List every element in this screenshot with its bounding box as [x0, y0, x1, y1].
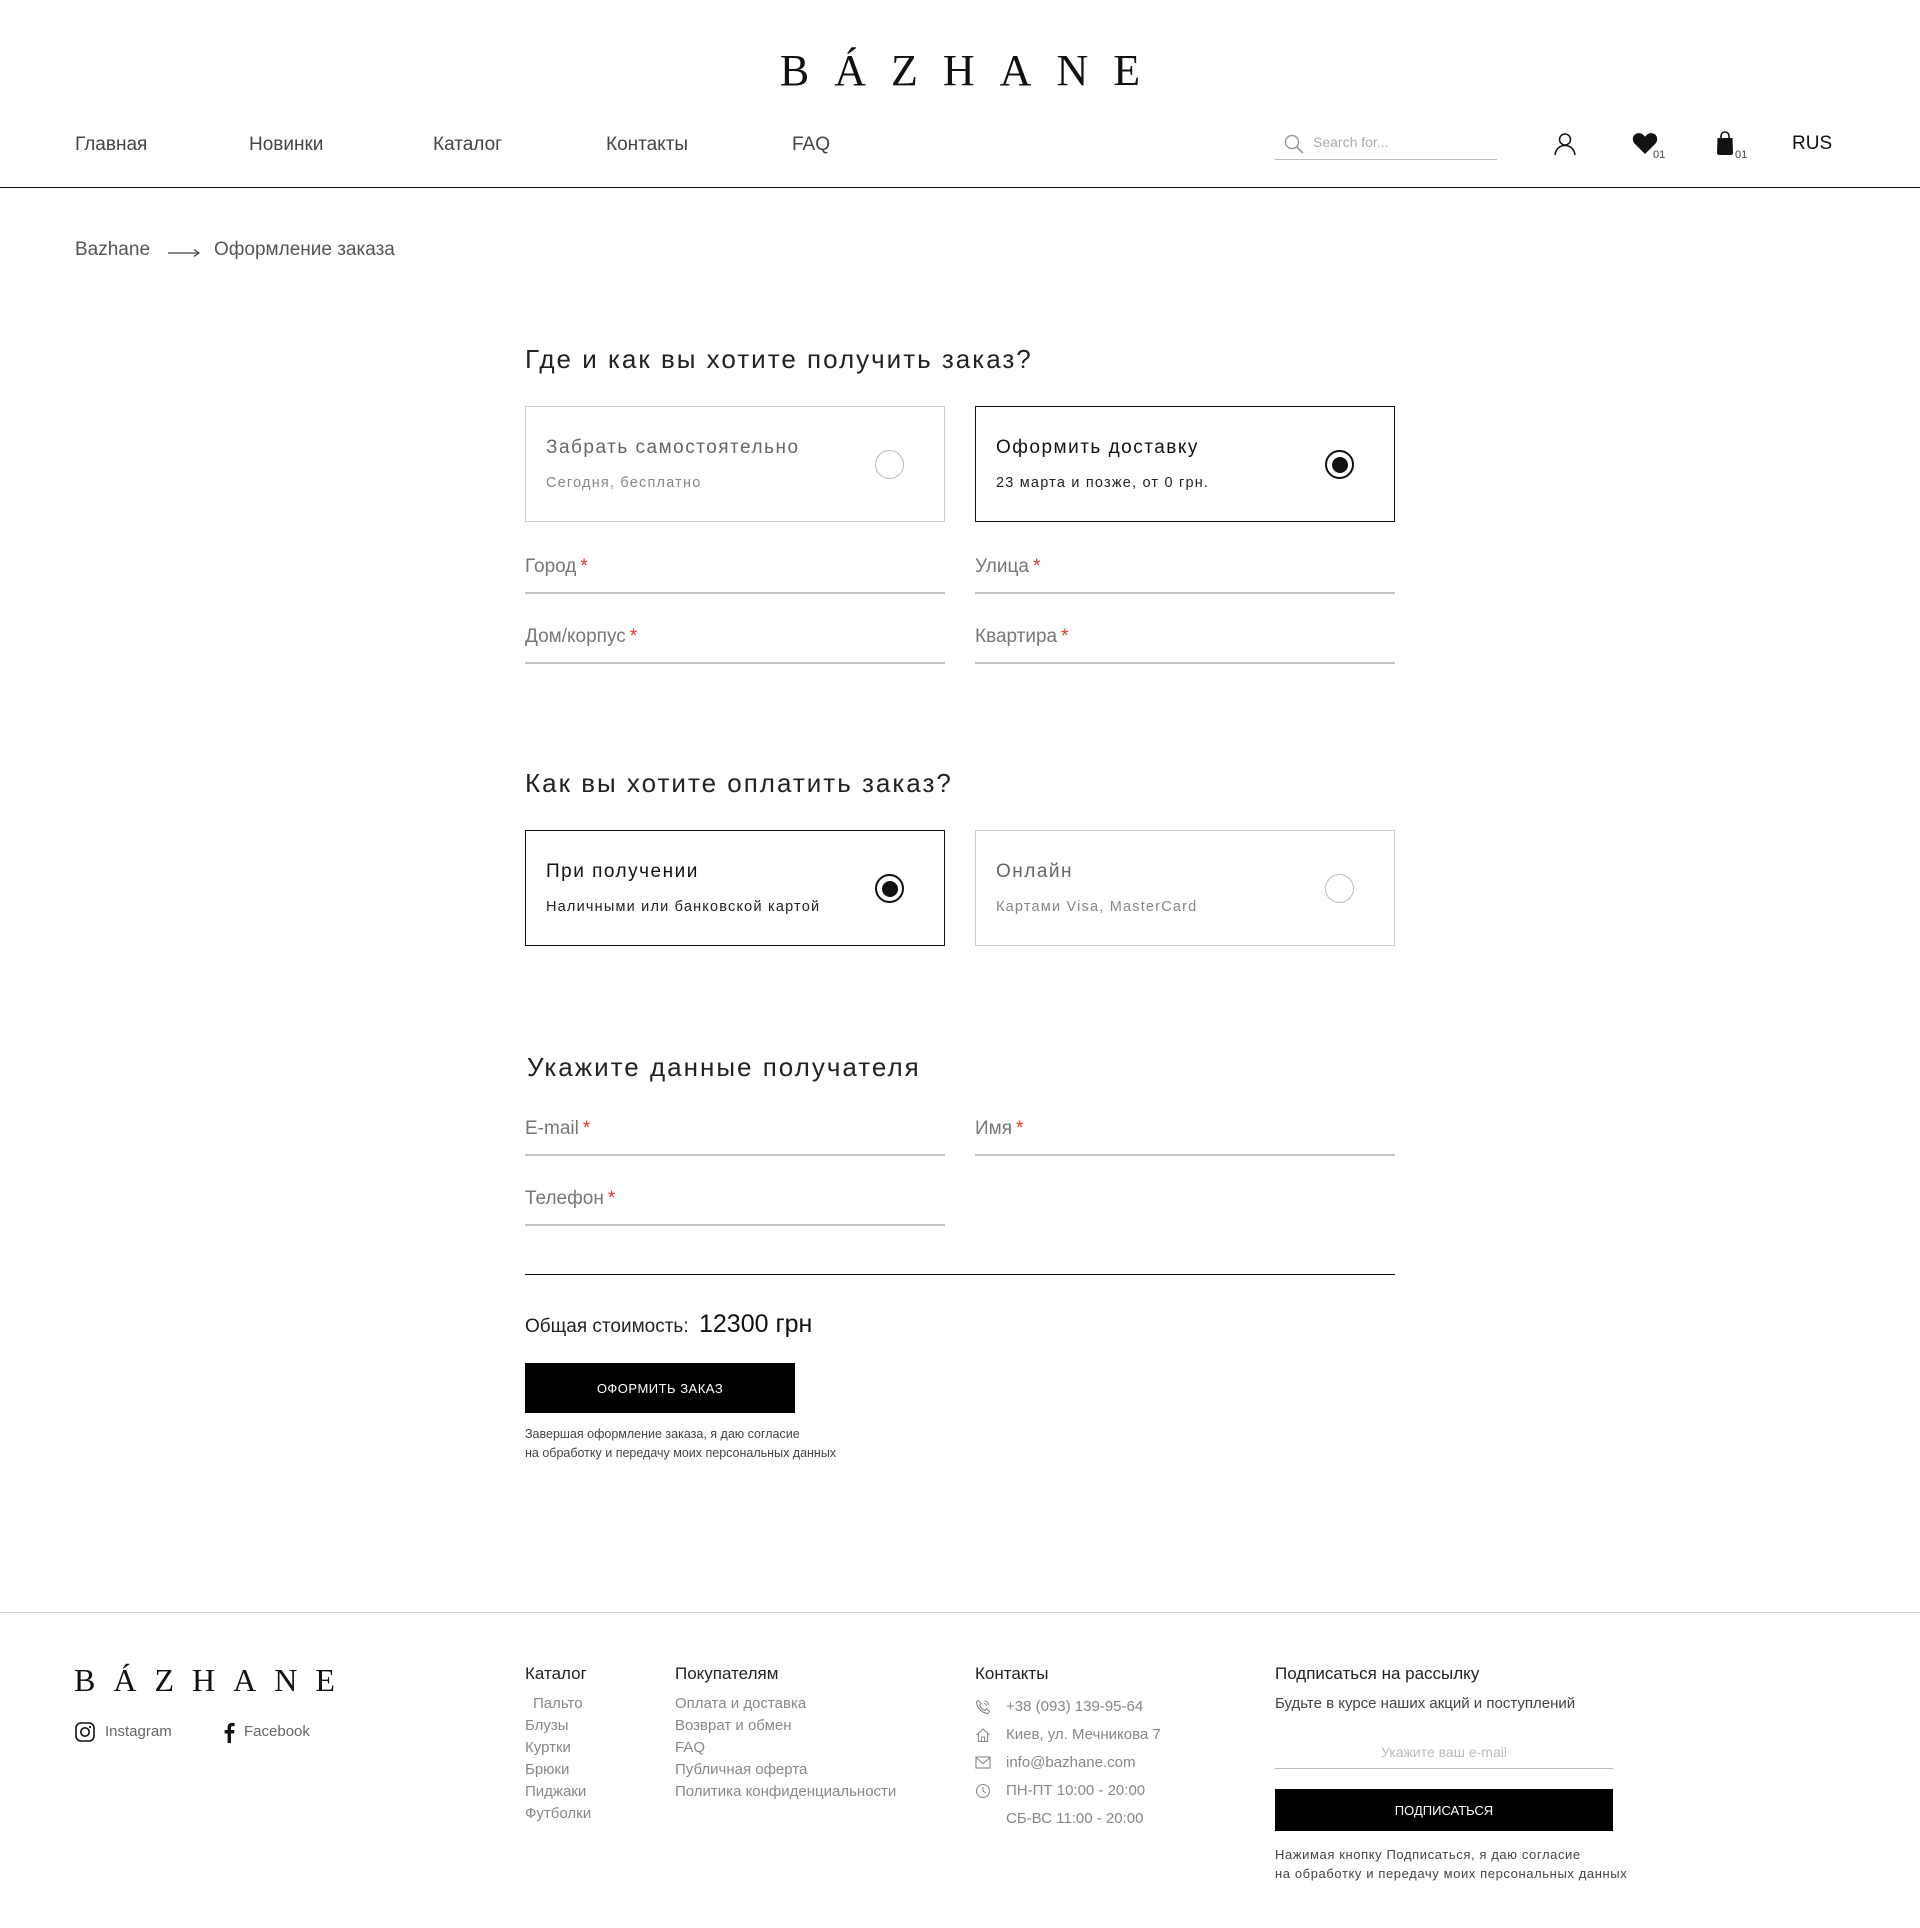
footer-catalog-heading: Каталог	[525, 1664, 587, 1683]
nav-catalog[interactable]: Каталог	[433, 133, 502, 157]
facebook-link[interactable]: Facebook	[223, 1722, 310, 1743]
footer-phone[interactable]: +38 (093) 139-95-64	[1006, 1698, 1143, 1715]
phone-field[interactable]: Телефон *	[525, 1188, 945, 1226]
field-label: Квартира *	[975, 626, 1069, 647]
footer-link-coats[interactable]: Пальто	[533, 1695, 583, 1712]
option-title: Оформить доставку	[996, 437, 1199, 458]
delivery-option-pickup[interactable]: Забрать самостоятельно Сегодня, бесплатн…	[525, 406, 945, 522]
footer-address: Киев, ул. Мечникова 7	[1006, 1726, 1161, 1743]
footer-link-jackets[interactable]: Куртки	[525, 1739, 571, 1756]
street-field[interactable]: Улица *	[975, 556, 1395, 594]
field-label: Имя *	[975, 1118, 1024, 1139]
newsletter-heading: Подписаться на рассылку	[1275, 1664, 1480, 1683]
payment-heading: Как вы хотите оплатить заказ?	[525, 768, 953, 798]
radio-button-selected[interactable]	[1325, 450, 1354, 479]
footer-hours-weekend: СБ-ВС 11:00 - 20:00	[1006, 1810, 1144, 1827]
field-label: Телефон *	[525, 1188, 616, 1209]
footer-logo[interactable]: BÁZHANE	[74, 1660, 353, 1700]
search-input[interactable]	[1313, 134, 1488, 150]
total-label: Общая стоимость:	[525, 1316, 689, 1337]
phone-icon	[975, 1699, 991, 1715]
instagram-link[interactable]: Instagram	[75, 1722, 172, 1742]
field-label: Улица *	[975, 556, 1041, 577]
house-field[interactable]: Дом/корпус *	[525, 626, 945, 664]
delivery-option-courier[interactable]: Оформить доставку 23 марта и позже, от 0…	[975, 406, 1395, 522]
newsletter-consent-text: Нажимая кнопку Подписаться, я даю соглас…	[1275, 1847, 1628, 1881]
option-title: При получении	[546, 861, 699, 882]
mail-icon	[975, 1756, 991, 1769]
option-subtitle: Сегодня, бесплатно	[546, 475, 702, 491]
apartment-field[interactable]: Квартира *	[975, 626, 1395, 664]
breadcrumb-current: Оформление заказа	[214, 239, 395, 260]
facebook-icon	[224, 1722, 235, 1743]
newsletter-subtitle: Будьте в курсе наших акций и поступлений	[1275, 1695, 1576, 1712]
footer-divider	[0, 1612, 1920, 1613]
option-subtitle: 23 марта и позже, от 0 грн.	[996, 475, 1210, 491]
option-subtitle: Картами Visa, MasterCard	[996, 899, 1198, 915]
home-icon	[976, 1728, 990, 1743]
option-title: Забрать самостоятельно	[546, 437, 800, 458]
nav-new[interactable]: Новинки	[249, 133, 323, 157]
payment-option-on-delivery[interactable]: При получении Наличными или банковской к…	[525, 830, 945, 946]
delivery-heading: Где и как вы хотите получить заказ?	[525, 344, 1033, 374]
order-consent-text: Завершая оформление заказа, я даю соглас…	[525, 1427, 837, 1460]
option-title: Онлайн	[996, 861, 1074, 882]
total-price: 12300 грн	[699, 1310, 813, 1338]
arrow-right-icon	[168, 249, 200, 257]
footer-link-tshirts[interactable]: Футболки	[525, 1805, 591, 1822]
cart-bag-icon[interactable]	[1716, 131, 1734, 156]
wishlist-count: 01	[1653, 149, 1666, 161]
footer-contacts-heading: Контакты	[975, 1664, 1049, 1683]
nav-home[interactable]: Главная	[75, 133, 147, 157]
nav-faq[interactable]: FAQ	[792, 133, 830, 157]
radio-button-selected[interactable]	[875, 874, 904, 903]
footer-link-privacy[interactable]: Политика конфиденциальности	[675, 1783, 896, 1800]
field-label: Дом/корпус *	[525, 626, 638, 647]
language-switch[interactable]: RUS	[1792, 133, 1832, 155]
footer-email[interactable]: info@bazhane.com	[1006, 1754, 1135, 1771]
header-divider	[0, 187, 1920, 188]
footer-link-faq[interactable]: FAQ	[675, 1739, 705, 1756]
instagram-icon	[75, 1722, 95, 1742]
email-field[interactable]: E-mail *	[525, 1118, 945, 1156]
footer-link-blouses[interactable]: Блузы	[525, 1717, 569, 1734]
newsletter-email-input[interactable]	[1275, 1742, 1613, 1760]
footer-link-trousers[interactable]: Брюки	[525, 1761, 569, 1778]
footer-link-returns[interactable]: Возврат и обмен	[675, 1717, 792, 1734]
search-icon	[1284, 134, 1304, 154]
footer-link-blazers[interactable]: Пиджаки	[525, 1783, 586, 1800]
summary-divider	[525, 1274, 1395, 1275]
footer-customers-heading: Покупателям	[675, 1664, 779, 1683]
breadcrumb-home[interactable]: Bazhane	[75, 238, 150, 262]
city-field[interactable]: Город *	[525, 556, 945, 594]
name-field[interactable]: Имя *	[975, 1118, 1395, 1156]
account-icon[interactable]	[1553, 132, 1577, 156]
field-label: Город *	[525, 556, 588, 577]
radio-button[interactable]	[875, 450, 904, 479]
footer-link-offer[interactable]: Публичная оферта	[675, 1761, 807, 1778]
clock-icon	[975, 1783, 991, 1799]
cart-count: 01	[1735, 149, 1748, 161]
option-subtitle: Наличными или банковской картой	[546, 899, 821, 915]
radio-button[interactable]	[1325, 874, 1354, 903]
place-order-button[interactable]: ОФОРМИТЬ ЗАКАЗ	[525, 1363, 795, 1413]
subscribe-button[interactable]: ПОДПИСАТЬСЯ	[1275, 1789, 1613, 1831]
search-box[interactable]	[1275, 131, 1497, 160]
recipient-heading: Укажите данные получателя	[527, 1052, 921, 1082]
footer-link-payment-delivery[interactable]: Оплата и доставка	[675, 1695, 806, 1712]
newsletter-email-field[interactable]	[1275, 1742, 1613, 1769]
field-label: E-mail *	[525, 1118, 591, 1139]
payment-option-online[interactable]: Онлайн Картами Visa, MasterCard	[975, 830, 1395, 946]
footer-hours-weekdays: ПН-ПТ 10:00 - 20:00	[1006, 1782, 1146, 1799]
nav-contacts[interactable]: Контакты	[606, 133, 688, 157]
site-logo[interactable]: BÁZHANE	[0, 46, 1920, 96]
